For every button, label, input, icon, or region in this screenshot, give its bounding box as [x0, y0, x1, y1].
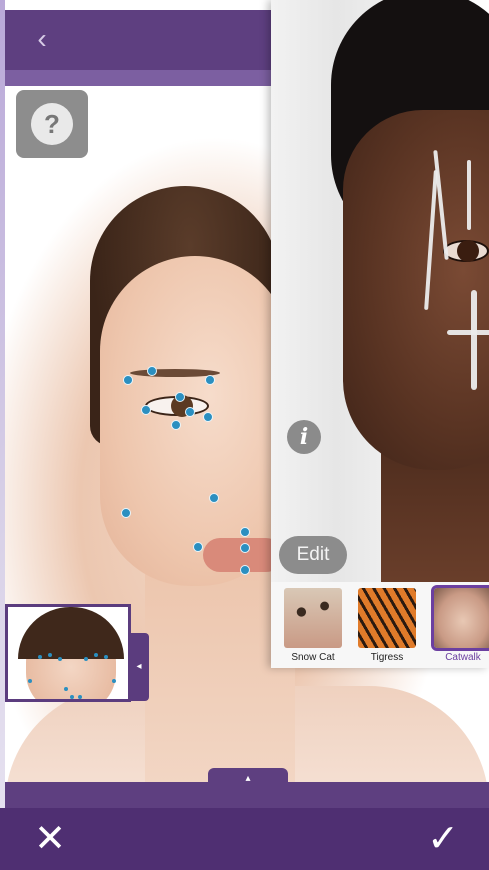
face-paint-star	[447, 330, 489, 335]
landmark-point[interactable]	[141, 405, 151, 415]
thumbnail-landmark	[58, 657, 62, 661]
look-label: Catwalk	[445, 652, 481, 663]
landmark-point[interactable]	[175, 392, 185, 402]
bottom-action-bar	[0, 808, 489, 870]
edit-button[interactable]: Edit	[279, 536, 347, 574]
info-icon[interactable]: i	[287, 420, 321, 454]
landmark-point[interactable]	[203, 412, 213, 422]
look-label: Snow Cat	[291, 652, 335, 663]
landmark-point[interactable]	[123, 375, 133, 385]
look-item-tigress[interactable]: Tigress	[357, 588, 417, 664]
model-iris	[457, 240, 479, 262]
landmark-point[interactable]	[171, 420, 181, 430]
thumbnail-landmark	[84, 657, 88, 661]
thumbnail-hair	[18, 607, 124, 659]
look-label: Tigress	[370, 652, 404, 663]
thumbnail-landmark	[94, 653, 98, 657]
looks-strip: Snow Cat Tigress Catwalk	[271, 582, 489, 668]
landmark-point[interactable]	[209, 493, 219, 503]
checkmark-icon[interactable]: ✓	[418, 817, 468, 861]
landmark-point[interactable]	[205, 375, 215, 385]
thumbnail-landmark	[78, 695, 82, 699]
model-face	[100, 256, 290, 586]
landmark-point[interactable]	[240, 565, 250, 575]
collapse-thumbnail-button[interactable]: ◂	[129, 633, 149, 701]
look-preview-screen: i Edit Snow Cat Tigress Catwalk	[271, 0, 489, 668]
thumbnail-landmark	[64, 687, 68, 691]
face-paint-star	[471, 290, 477, 390]
thumbnail-landmark	[70, 695, 74, 699]
thumbnail-landmark	[104, 655, 108, 659]
thumbnail-landmark	[38, 655, 42, 659]
close-icon[interactable]: ✕	[28, 817, 72, 861]
landmark-point[interactable]	[193, 542, 203, 552]
expand-panel-button[interactable]: ▴	[208, 768, 288, 790]
thumbnail-landmark	[28, 679, 32, 683]
face-paint-stroke	[467, 160, 471, 230]
chevron-left-icon[interactable]: ‹	[30, 22, 54, 56]
look-photo	[271, 0, 489, 590]
landmark-point[interactable]	[185, 407, 195, 417]
top-bar-stripe	[5, 70, 273, 86]
help-button[interactable]: ?	[16, 90, 88, 158]
thumbnail-landmark	[48, 653, 52, 657]
look-thumbnail-tigress	[358, 588, 416, 648]
question-mark-icon: ?	[31, 103, 73, 145]
landmark-point[interactable]	[121, 508, 131, 518]
thumbnail-landmark	[112, 679, 116, 683]
look-thumbnail-snow-cat	[284, 588, 342, 648]
landmark-point[interactable]	[240, 543, 250, 553]
face-thumbnail[interactable]	[5, 604, 131, 702]
look-thumbnail-catwalk	[431, 585, 489, 651]
landmark-point[interactable]	[240, 527, 250, 537]
look-item-catwalk[interactable]: Catwalk	[431, 585, 489, 664]
landmark-point[interactable]	[147, 366, 157, 376]
look-item-snow-cat[interactable]: Snow Cat	[283, 588, 343, 664]
